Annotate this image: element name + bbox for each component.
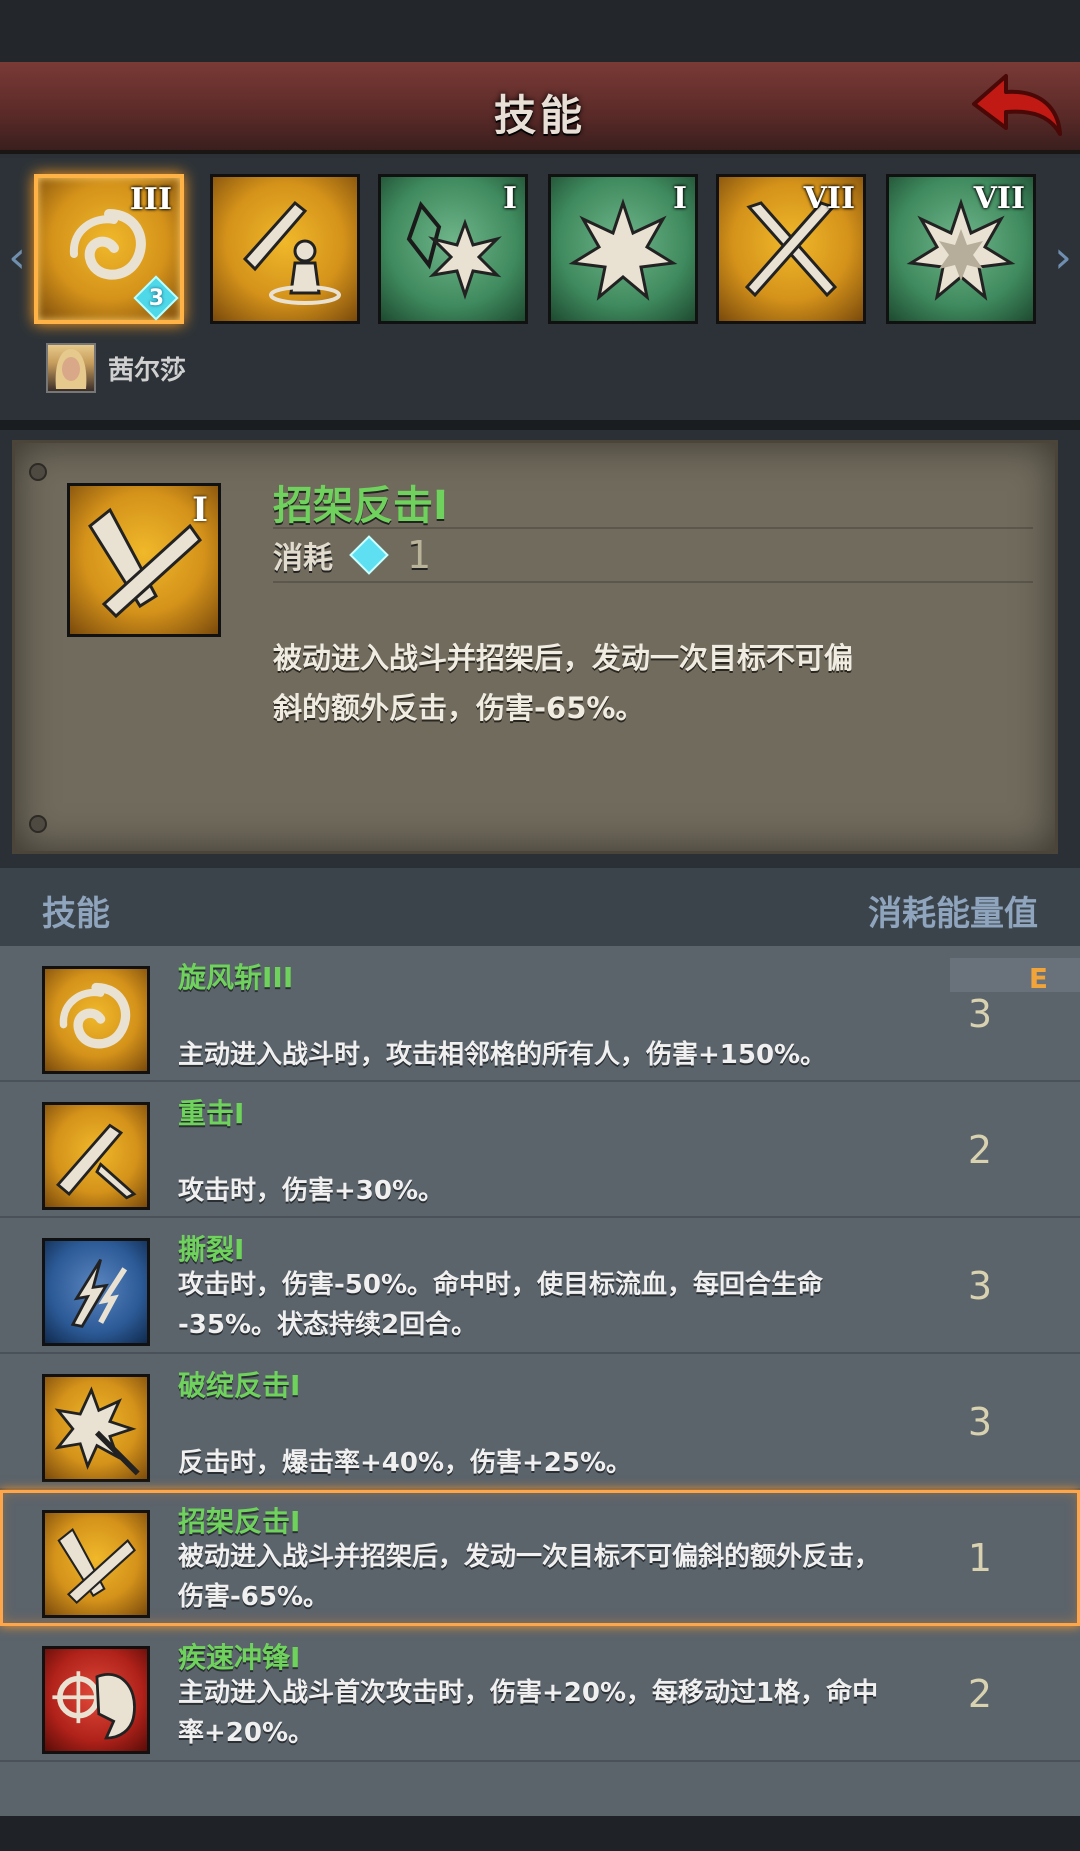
skill-cost: 2 bbox=[967, 1672, 992, 1716]
tear-icon bbox=[70, 1258, 128, 1328]
skill-slot-5[interactable]: VII bbox=[716, 174, 866, 324]
skill-slot-3[interactable]: I bbox=[378, 174, 528, 324]
scroll-left-arrow-icon[interactable]: ‹ bbox=[2, 228, 32, 288]
skill-cost: 3 bbox=[967, 1400, 992, 1444]
sword-strike-icon bbox=[55, 1123, 137, 1200]
character-row: 茜尔莎 bbox=[46, 342, 186, 394]
equipped-skill-strip: ‹ › III 3 I I VII VII 茜尔莎 bbox=[0, 158, 1080, 420]
divider bbox=[273, 527, 1033, 529]
skill-icon bbox=[42, 966, 150, 1074]
list-item[interactable]: 旋风斩III 主动进入战斗时，攻击相邻格的所有人，伤害+150%。 3 bbox=[0, 946, 1080, 1082]
crystal-burst-icon bbox=[406, 200, 502, 300]
skill-cost: 1 bbox=[967, 1536, 992, 1580]
cost-value: 1 bbox=[407, 533, 432, 577]
skill-description-line-2: 率+20%。 bbox=[178, 1718, 315, 1748]
skill-cost: 3 bbox=[967, 1264, 992, 1308]
skill-description-line-1: 主动进入战斗首次攻击时，伤害+20%，每移动过1格，命中 bbox=[178, 1678, 879, 1708]
back-button[interactable] bbox=[966, 68, 1066, 148]
skill-slot-1[interactable]: III 3 bbox=[34, 174, 184, 324]
scroll-right-arrow-icon[interactable]: › bbox=[1048, 228, 1078, 288]
skill-list: E 旋风斩III 主动进入战斗时，攻击相邻格的所有人，伤害+150%。 3 重击… bbox=[0, 946, 1080, 1816]
list-item[interactable]: 疾速冲锋I 主动进入战斗首次攻击时，伤害+20%，每移动过1格，命中 率+20%… bbox=[0, 1626, 1080, 1762]
skill-slot-6[interactable]: VII bbox=[886, 174, 1036, 324]
column-header-skill: 技能 bbox=[42, 894, 110, 934]
skill-description-line-2: 伤害-65%。 bbox=[178, 1582, 330, 1612]
section-divider bbox=[0, 420, 1080, 430]
skill-description-line-2: -35%。状态持续2回合。 bbox=[178, 1310, 478, 1340]
list-item[interactable]: 重击I 攻击时，伤害+30%。 2 bbox=[0, 1082, 1080, 1218]
skill-level-numeral: III bbox=[129, 182, 172, 217]
skill-level-numeral: I bbox=[672, 181, 687, 216]
skill-icon bbox=[42, 1238, 150, 1346]
skill-level-numeral: VII bbox=[973, 181, 1025, 216]
skill-name: 招架反击I bbox=[178, 1505, 301, 1538]
skill-description: 攻击时，伤害+30%。 bbox=[178, 1176, 445, 1206]
rivet-icon bbox=[29, 463, 47, 481]
list-item-selected[interactable]: 招架反击I 被动进入战斗并招架后，发动一次目标不可偏斜的额外反击， 伤害-65%… bbox=[0, 1490, 1080, 1626]
skill-name: 破绽反击I bbox=[178, 1369, 301, 1402]
skill-list-header: 技能 消耗能量值 bbox=[0, 868, 1080, 946]
detail-cost: 消耗 1 bbox=[273, 533, 431, 577]
detail-skill-name: 招架反击I bbox=[273, 483, 448, 529]
parry-icon bbox=[57, 1527, 136, 1605]
skill-name: 撕裂I bbox=[178, 1233, 245, 1266]
skill-cost: 2 bbox=[967, 1128, 992, 1172]
whirlwind-icon bbox=[59, 982, 131, 1049]
title-bar: 技能 bbox=[0, 62, 1080, 154]
skill-name: 旋风斩III bbox=[178, 961, 294, 994]
skill-description: 反击时，爆击率+40%，伤害+25%。 bbox=[178, 1448, 633, 1478]
skill-description-line-1: 攻击时，伤害-50%。命中时，使目标流血，每回合生命 bbox=[178, 1270, 824, 1300]
back-arrow-icon bbox=[972, 74, 1062, 136]
skill-detail-panel: I 招架反击I 消耗 1 被动进入战斗并招架后，发动一次目标不可偏 斜的额外反击… bbox=[12, 440, 1058, 854]
burst-icon bbox=[568, 198, 678, 301]
skill-icon bbox=[42, 1646, 150, 1754]
detail-description-line: 被动进入战斗并招架后，发动一次目标不可偏 bbox=[273, 641, 854, 675]
skill-icon bbox=[42, 1374, 150, 1482]
detail-description-line: 斜的额外反击，伤害-65%。 bbox=[273, 691, 645, 725]
cost-label: 消耗 bbox=[273, 541, 333, 576]
skill-icon bbox=[42, 1510, 150, 1618]
character-portrait-icon bbox=[55, 349, 87, 389]
skill-name: 重击I bbox=[178, 1097, 245, 1130]
skill-slot-2[interactable] bbox=[210, 174, 360, 324]
skill-name: 疾速冲锋I bbox=[178, 1641, 301, 1674]
charge-icon bbox=[52, 1671, 136, 1740]
skill-level-numeral: I bbox=[502, 181, 517, 216]
counter-burst-icon bbox=[54, 1386, 140, 1476]
skill-cost: 3 bbox=[967, 992, 992, 1036]
energy-gem-icon bbox=[349, 535, 389, 575]
divider bbox=[273, 581, 1033, 583]
skill-energy-badge: 3 bbox=[148, 286, 164, 311]
column-header-cost: 消耗能量值 bbox=[868, 894, 1038, 934]
skill-icon bbox=[42, 1102, 150, 1210]
detail-skill-icon: I bbox=[67, 483, 221, 637]
list-item[interactable]: 破绽反击I 反击时，爆击率+40%，伤害+25%。 3 bbox=[0, 1354, 1080, 1490]
bottom-bar bbox=[0, 1816, 1080, 1851]
skill-slot-4[interactable]: I bbox=[548, 174, 698, 324]
skill-level-numeral: I bbox=[192, 490, 208, 530]
list-item[interactable]: 撕裂I 攻击时，伤害-50%。命中时，使目标流血，每回合生命 -35%。状态持续… bbox=[0, 1218, 1080, 1354]
skill-description: 主动进入战斗时，攻击相邻格的所有人，伤害+150%。 bbox=[178, 1040, 827, 1070]
page-title: 技能 bbox=[493, 91, 586, 140]
sword-guard-icon bbox=[242, 200, 341, 305]
avatar[interactable] bbox=[46, 343, 96, 393]
rivet-icon bbox=[29, 815, 47, 833]
top-bar bbox=[0, 0, 1080, 62]
character-name: 茜尔莎 bbox=[108, 355, 187, 386]
skill-level-numeral: VII bbox=[803, 181, 855, 216]
detail-description: 被动进入战斗并招架后，发动一次目标不可偏 斜的额外反击，伤害-65%。 bbox=[273, 633, 963, 733]
skill-description-line-1: 被动进入战斗并招架后，发动一次目标不可偏斜的额外反击， bbox=[178, 1542, 881, 1572]
